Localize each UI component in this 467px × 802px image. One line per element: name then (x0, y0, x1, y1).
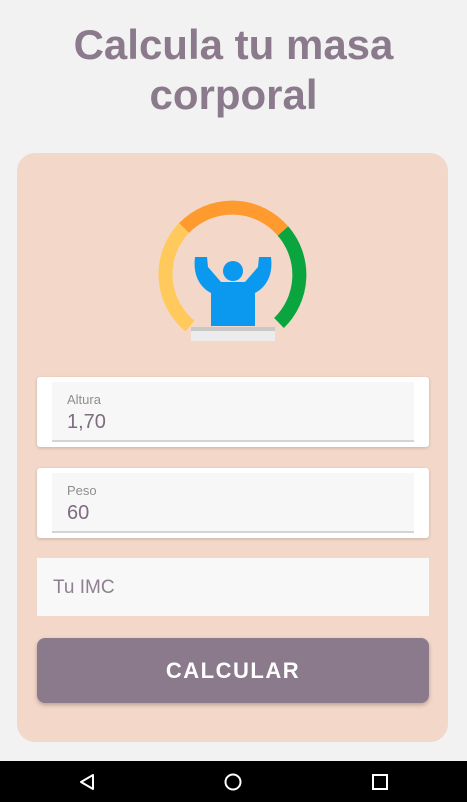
height-field[interactable]: Altura 1,70 (37, 377, 429, 447)
bmi-gauge-logo (158, 200, 307, 341)
weight-field[interactable]: Peso 60 (37, 468, 429, 538)
imc-placeholder: Tu IMC (53, 577, 115, 598)
calculator-card: Altura 1,70 Peso 60 Tu IMC CALCULAR (17, 153, 448, 742)
height-input[interactable]: Altura 1,70 (52, 382, 414, 442)
imc-result-field[interactable]: Tu IMC (37, 558, 429, 616)
height-label: Altura (67, 392, 101, 407)
weight-value[interactable]: 60 (67, 502, 89, 525)
recents-square-icon[interactable] (371, 773, 389, 791)
home-circle-icon[interactable] (224, 773, 242, 791)
weight-input[interactable]: Peso 60 (52, 473, 414, 533)
weight-label: Peso (67, 483, 97, 498)
calculate-button[interactable]: CALCULAR (37, 638, 429, 703)
back-triangle-icon[interactable] (78, 773, 96, 791)
android-nav-bar (0, 761, 467, 802)
height-value[interactable]: 1,70 (67, 411, 106, 434)
page-title: Calcula tu masa corporal (73, 21, 394, 118)
